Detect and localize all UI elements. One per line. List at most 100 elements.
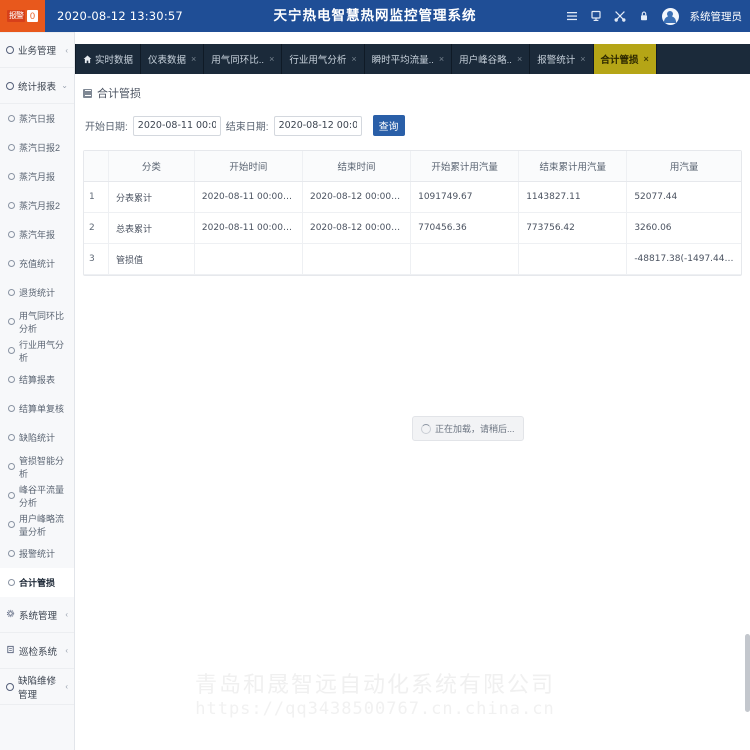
filter-bar: 开始日期: 结束日期: 查询 — [75, 101, 750, 136]
vertical-scrollbar[interactable] — [745, 634, 750, 712]
cell-1-3: 770456.36 — [410, 212, 520, 244]
sidebar-group-巡检系统[interactable]: 巡检系统 ‹ — [0, 633, 74, 669]
sidebar-item-1[interactable]: 蒸汽日报2 — [0, 133, 74, 162]
cell-0-1: 2020-08-11 00:00:00 — [194, 181, 303, 213]
avatar-body — [664, 16, 676, 23]
sidebar-item-10[interactable]: 结算单复核 — [0, 394, 74, 423]
cell-0-0: 分表累计 — [108, 181, 195, 213]
ring-icon — [8, 550, 15, 557]
ring-icon — [8, 173, 15, 180]
sidebar-item-label: 缺陷统计 — [19, 433, 56, 443]
sidebar-item-label: 蒸汽年报 — [19, 230, 56, 240]
sidebar-group-label: 统计报表 — [18, 81, 57, 93]
cell-2-2 — [302, 243, 412, 275]
summary-table: 分类 开始时间 结束时间 开始累计用汽量 结束累计用汽量 用汽量 1 分表累计 2020-08… — [84, 151, 741, 275]
ring-icon — [8, 202, 15, 209]
top-header-bar: 报警 0 2020-08-12 13:30:57 天宁热电智慧热网监控管理系统 — [0, 0, 750, 32]
lock-icon[interactable] — [638, 9, 651, 23]
menu-icon[interactable] — [566, 9, 579, 23]
ring-icon — [8, 260, 15, 267]
sidebar-item-4[interactable]: 蒸汽年报 — [0, 220, 74, 249]
tab-3[interactable]: 行业用气分析 × — [282, 44, 365, 74]
ring-icon — [8, 347, 15, 354]
sidebar-item-2[interactable]: 蒸汽月报 — [0, 162, 74, 191]
start-date-input[interactable] — [132, 115, 221, 136]
sidebar-item-0[interactable]: 蒸汽日报 — [0, 104, 74, 133]
sidebar-item-12[interactable]: 管损智能分析 — [0, 452, 74, 481]
cell-0-3: 1091749.67 — [410, 181, 520, 213]
sidebar-item-label: 报警统计 — [19, 549, 56, 559]
query-button[interactable]: 查询 — [372, 115, 405, 136]
tab-close-icon[interactable]: × — [191, 54, 196, 64]
tab-7[interactable]: 合计管损 × — [593, 44, 657, 74]
cell-1-5: 3260.06 — [626, 212, 741, 244]
sidebar-item-11[interactable]: 缺陷统计 — [0, 423, 74, 452]
sidebar-item-8[interactable]: 行业用气分析 — [0, 336, 74, 365]
chevron-icon: ‹ — [65, 682, 68, 691]
tab-close-icon[interactable]: × — [580, 54, 585, 64]
chevron-icon: ‹ — [65, 610, 68, 619]
sidebar-group-label: 系统管理 — [19, 610, 58, 622]
monitor-icon[interactable] — [590, 9, 603, 23]
sidebar-item-label: 蒸汽月报2 — [19, 201, 61, 211]
sidebar-item-label: 用气同环比分析 — [19, 310, 65, 334]
row-index: 2 — [84, 212, 109, 244]
sidebar-item-label: 合计管损 — [19, 578, 56, 588]
tab-close-icon[interactable]: × — [439, 54, 444, 64]
tab-label: 报警统计 — [537, 55, 576, 66]
sidebar: 业务管理 ‹ 统计报表 ⌄ 蒸汽日报 蒸汽日报2 蒸汽月报蒸汽月报2 蒸汽年报充值统计 退货统计… — [0, 32, 75, 750]
tab-0[interactable]: 实时数据 — [75, 44, 142, 74]
fullscreen-icon[interactable] — [614, 9, 627, 23]
sidebar-item-14[interactable]: 用户峰略流量分析 — [0, 510, 74, 539]
tab-close-icon[interactable]: × — [517, 54, 522, 64]
cell-1-0: 总表累计 — [108, 212, 195, 244]
sidebar-item-9[interactable]: 结算报表 — [0, 365, 74, 394]
sidebar-item-5[interactable]: 充值统计 — [0, 249, 74, 278]
sidebar-group-label: 缺陷维修管理 — [18, 675, 57, 701]
alarm-badge[interactable]: 报警 0 — [0, 0, 45, 32]
end-date-input[interactable] — [273, 115, 362, 136]
tab-2[interactable]: 用气同环比.. × — [204, 44, 283, 74]
sidebar-item-3[interactable]: 蒸汽月报2 — [0, 191, 74, 220]
sidebar-group-统计报表[interactable]: 统计报表 ⌄ — [0, 68, 74, 104]
sidebar-item-13[interactable]: 峰谷平流量分析 — [0, 481, 74, 510]
tab-close-icon[interactable]: × — [351, 54, 356, 64]
table-row[interactable]: 1 分表累计 2020-08-11 00:00:00 2020-08-12 00:00… — [84, 181, 741, 213]
loading-label: 正在加载，请稍后... — [435, 424, 515, 434]
chevron-icon: ‹ — [65, 45, 68, 55]
start-date-label: 开始日期: — [85, 122, 128, 133]
tab-6[interactable]: 报警统计 × — [530, 44, 594, 74]
sidebar-group-系统管理[interactable]: 系统管理 ‹ — [0, 597, 74, 633]
ring-icon — [8, 115, 15, 122]
cell-2-0: 管损值 — [108, 243, 195, 275]
ring-icon — [8, 289, 15, 296]
user-name-label[interactable]: 系统管理员 — [690, 9, 743, 24]
header-actions: 系统管理员 — [566, 7, 750, 25]
sidebar-item-7[interactable]: 用气同环比分析 — [0, 307, 74, 336]
avatar[interactable] — [661, 7, 679, 25]
tab-close-icon[interactable]: × — [269, 54, 274, 64]
tab-close-icon[interactable]: × — [644, 54, 649, 64]
sidebar-item-15[interactable]: 报警统计 — [0, 539, 74, 568]
sidebar-group-缺陷维修管理[interactable]: 缺陷维修管理 ‹ — [0, 669, 74, 705]
tab-1[interactable]: 仪表数据 × — [141, 44, 205, 74]
tab-4[interactable]: 瞬时平均流量.. × — [364, 44, 453, 74]
column-header-4: 结束累计用汽量 — [518, 151, 628, 182]
sidebar-item-16[interactable]: 合计管损 — [0, 568, 74, 597]
cell-1-4: 773756.42 — [518, 212, 628, 244]
sidebar-group-label: 巡检系统 — [19, 646, 58, 658]
ring-icon — [8, 463, 15, 470]
table-row[interactable]: 2 总表累计 2020-08-11 00:00:00 2020-08-12 00:00… — [84, 212, 741, 244]
sidebar-item-6[interactable]: 退货统计 — [0, 278, 74, 307]
tab-label: 行业用气分析 — [289, 55, 347, 66]
home-icon — [83, 55, 92, 64]
sidebar-item-label: 结算报表 — [19, 375, 56, 385]
alarm-badge-count: 0 — [26, 10, 38, 22]
sidebar-group-业务管理[interactable]: 业务管理 ‹ — [0, 32, 74, 68]
table-row[interactable]: 3 管损值 -48817.38(-1497.44%) — [84, 243, 741, 275]
page-title: 合计管损 — [75, 74, 750, 101]
tab-label: 用户峰谷略.. — [459, 55, 512, 66]
page-title-label: 合计管损 — [97, 88, 141, 100]
header-datetime: 2020-08-12 13:30:57 — [57, 9, 183, 23]
tab-5[interactable]: 用户峰谷略.. × — [452, 44, 531, 74]
